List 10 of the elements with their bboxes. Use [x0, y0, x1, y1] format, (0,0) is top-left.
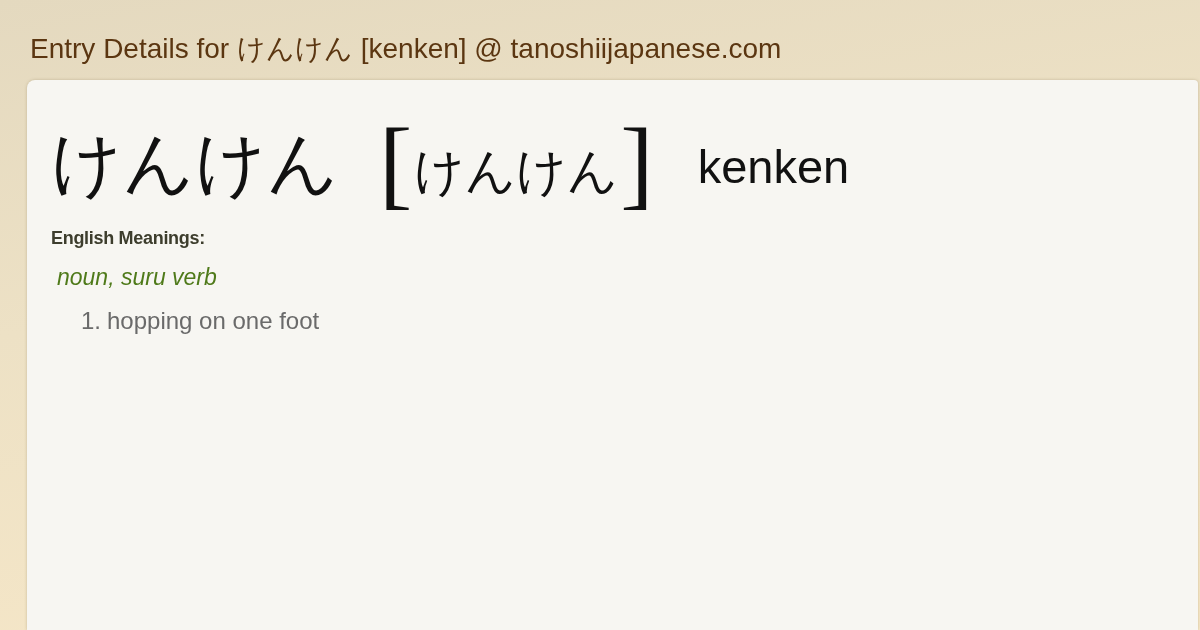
- reading-close-bracket: ]: [620, 114, 654, 214]
- meanings-heading: English Meanings:: [51, 228, 205, 248]
- sense-number: 1.: [81, 307, 101, 335]
- headword: けんけん: [51, 124, 339, 204]
- reading: けんけん: [414, 142, 619, 201]
- page-title: Entry Details for けんけん [kenken] @ tanoshiijapanese.com: [30, 32, 782, 66]
- reading-open-bracket: [: [379, 114, 413, 214]
- romaji: kenken: [697, 140, 850, 194]
- part-of-speech: noun, suru verb: [57, 263, 217, 291]
- sense-text: hopping on one foot: [107, 307, 320, 335]
